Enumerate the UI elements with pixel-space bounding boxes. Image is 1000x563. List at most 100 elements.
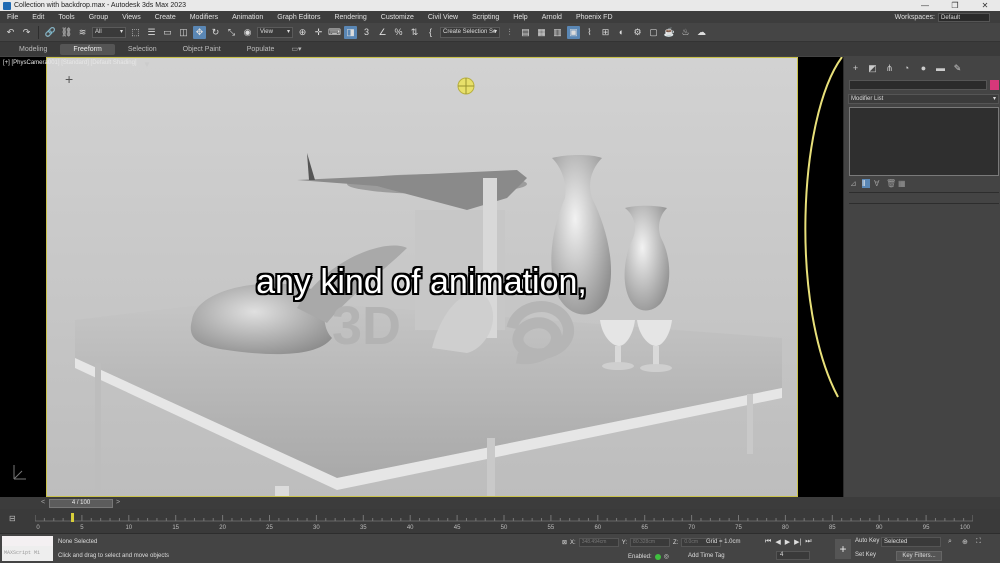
rectangular-selection-icon[interactable]: ▭: [161, 26, 174, 39]
selection-filter-dropdown[interactable]: All: [92, 26, 126, 38]
menu-arnold[interactable]: Arnold: [535, 14, 569, 21]
viewcube-globe-icon[interactable]: [455, 75, 477, 97]
maximize-button[interactable]: ❐: [940, 1, 970, 10]
angle-snap-icon[interactable]: ∠: [376, 26, 389, 39]
go-to-end-icon[interactable]: ⏭: [805, 538, 811, 546]
enabled-indicator-icon[interactable]: [654, 553, 661, 560]
toggle-ribbon-icon[interactable]: ▣: [567, 25, 580, 39]
display-tab-icon[interactable]: ●: [918, 63, 929, 75]
selection-set-dropdown[interactable]: Selected: [881, 537, 941, 547]
tab-populate[interactable]: Populate: [234, 44, 288, 55]
object-color-swatch[interactable]: [990, 80, 999, 90]
menu-scripting[interactable]: Scripting: [465, 14, 506, 21]
menu-tools[interactable]: Tools: [51, 14, 81, 21]
select-by-name-icon[interactable]: ☰: [145, 26, 158, 39]
select-scale-icon[interactable]: ⤡: [225, 26, 238, 39]
go-to-start-icon[interactable]: ⏮: [765, 538, 771, 546]
minimize-button[interactable]: —: [910, 1, 940, 10]
menu-customize[interactable]: Customize: [374, 14, 421, 21]
viewport-filter-icon[interactable]: ▼: [143, 60, 151, 69]
layer-explorer-icon[interactable]: ▥: [551, 26, 564, 39]
mirror-icon[interactable]: ⫶: [503, 26, 516, 39]
tab-modeling[interactable]: Modeling: [6, 44, 60, 55]
motion-tab-icon[interactable]: ◔: [901, 63, 912, 75]
align-icon[interactable]: ▤: [519, 26, 532, 39]
menu-graph-editors[interactable]: Graph Editors: [270, 14, 327, 21]
isolate-icon[interactable]: ◎: [664, 553, 669, 560]
configure-sets-icon[interactable]: ▦: [898, 179, 906, 188]
select-manipulate-icon[interactable]: ✛: [312, 26, 325, 39]
workspaces-dropdown[interactable]: Default: [938, 12, 990, 22]
unlink-icon[interactable]: ⛓: [60, 26, 73, 39]
zoom-icon[interactable]: ⌕: [948, 538, 960, 546]
add-time-tag[interactable]: Add Time Tag: [688, 553, 725, 559]
maxscript-listener-input[interactable]: MAXScript Mi: [2, 546, 53, 561]
percent-snap-icon[interactable]: %: [392, 26, 405, 39]
material-editor-icon[interactable]: ◐: [615, 26, 628, 39]
key-filters-button[interactable]: Key Filters...: [896, 551, 942, 561]
menu-modifiers[interactable]: Modifiers: [183, 14, 225, 21]
snaps-toggle-icon[interactable]: ◨: [344, 25, 357, 39]
zoom-extents-icon[interactable]: ⛶: [976, 538, 988, 546]
menu-phoenix-fd[interactable]: Phoenix FD: [569, 14, 620, 21]
redo-icon[interactable]: ↷: [20, 26, 33, 39]
undo-icon[interactable]: ↶: [4, 26, 17, 39]
menu-civil-view[interactable]: Civil View: [421, 14, 465, 21]
time-slider-prev[interactable]: <: [41, 499, 45, 506]
track-bar[interactable]: ⊟ 0 5 10 15 20 25 30 35 40 45 50 55 60 65 70 75 80 85 90 95…: [0, 509, 1000, 533]
set-key-button[interactable]: +: [835, 539, 851, 559]
menu-edit[interactable]: Edit: [25, 14, 51, 21]
rendered-frame-window-icon[interactable]: ▢: [647, 26, 660, 39]
viewport-label[interactable]: [+] [PhysCamera001] [Standard] [Default …: [3, 60, 137, 66]
render-production-icon[interactable]: ☕: [663, 26, 676, 39]
select-move-icon[interactable]: ✥: [193, 25, 206, 39]
menu-help[interactable]: Help: [506, 14, 534, 21]
pin-stack-icon[interactable]: ⊿: [850, 179, 858, 188]
curve-editor-icon[interactable]: ⌇: [583, 26, 596, 39]
render-in-cloud-icon[interactable]: ☁: [695, 26, 708, 39]
set-key-mode-button[interactable]: Set Key: [855, 552, 876, 558]
spinner-snap-icon[interactable]: ⇅: [408, 26, 421, 39]
schematic-view-icon[interactable]: ⊞: [599, 26, 612, 39]
time-slider[interactable]: < 4 / 100 >: [0, 497, 1000, 509]
frame-ruler[interactable]: 0 5 10 15 20 25 30 35 40 45 50 55 60 65 70 75 80 85 90 95 10…: [35, 512, 973, 532]
create-tab-icon[interactable]: +: [850, 63, 861, 75]
bind-spacewarp-icon[interactable]: ≋: [76, 26, 89, 39]
make-unique-icon[interactable]: ∀: [874, 179, 882, 188]
select-rotate-icon[interactable]: ↻: [209, 26, 222, 39]
maxscript-output[interactable]: [2, 536, 53, 546]
lock-selection-icon[interactable]: ⊠: [562, 539, 567, 546]
next-frame-icon[interactable]: ▶|: [794, 538, 801, 546]
select-place-icon[interactable]: ◉: [241, 26, 254, 39]
menu-create[interactable]: Create: [148, 14, 183, 21]
menu-group[interactable]: Group: [82, 14, 115, 21]
track-bar-toggle-icon[interactable]: ⊟: [9, 514, 16, 523]
named-selection-dropdown[interactable]: Create Selection Se: [440, 26, 500, 38]
modify-tab-icon[interactable]: ◩: [867, 63, 878, 75]
tab-object-paint[interactable]: Object Paint: [170, 44, 234, 55]
show-end-result-icon[interactable]: ‖: [862, 179, 870, 188]
play-icon[interactable]: ▶: [785, 538, 790, 546]
utilities-tab-icon[interactable]: ▬: [935, 63, 946, 75]
object-name-field[interactable]: [849, 80, 987, 90]
zoom-all-icon[interactable]: ⊕: [962, 538, 974, 546]
camera-viewport[interactable]: 3D [+] [PhysCamera001] [Standard] [Defau…: [0, 57, 843, 497]
close-button[interactable]: ✕: [970, 1, 1000, 10]
menu-file[interactable]: File: [0, 14, 25, 21]
time-slider-thumb[interactable]: 4 / 100: [49, 499, 113, 508]
x-coordinate-field[interactable]: 348.494cm: [578, 538, 619, 547]
tab-freeform[interactable]: Freeform: [60, 43, 115, 55]
keyboard-shortcut-override-icon[interactable]: ⌨: [328, 26, 341, 39]
current-frame-marker[interactable]: [71, 513, 75, 522]
menu-rendering[interactable]: Rendering: [327, 14, 373, 21]
remove-modifier-icon[interactable]: 🗑: [886, 179, 896, 188]
menu-views[interactable]: Views: [115, 14, 148, 21]
ribbon-options-icon[interactable]: ▭▾: [287, 44, 305, 55]
window-crossing-icon[interactable]: ◫: [177, 26, 190, 39]
previous-frame-icon[interactable]: ◀: [775, 538, 780, 546]
wrench-icon[interactable]: ✎: [952, 63, 963, 75]
current-frame-field[interactable]: 4: [776, 551, 810, 560]
render-iterative-icon[interactable]: ♨: [679, 26, 692, 39]
menu-animation[interactable]: Animation: [225, 14, 270, 21]
hierarchy-tab-icon[interactable]: ⋔: [884, 63, 895, 75]
